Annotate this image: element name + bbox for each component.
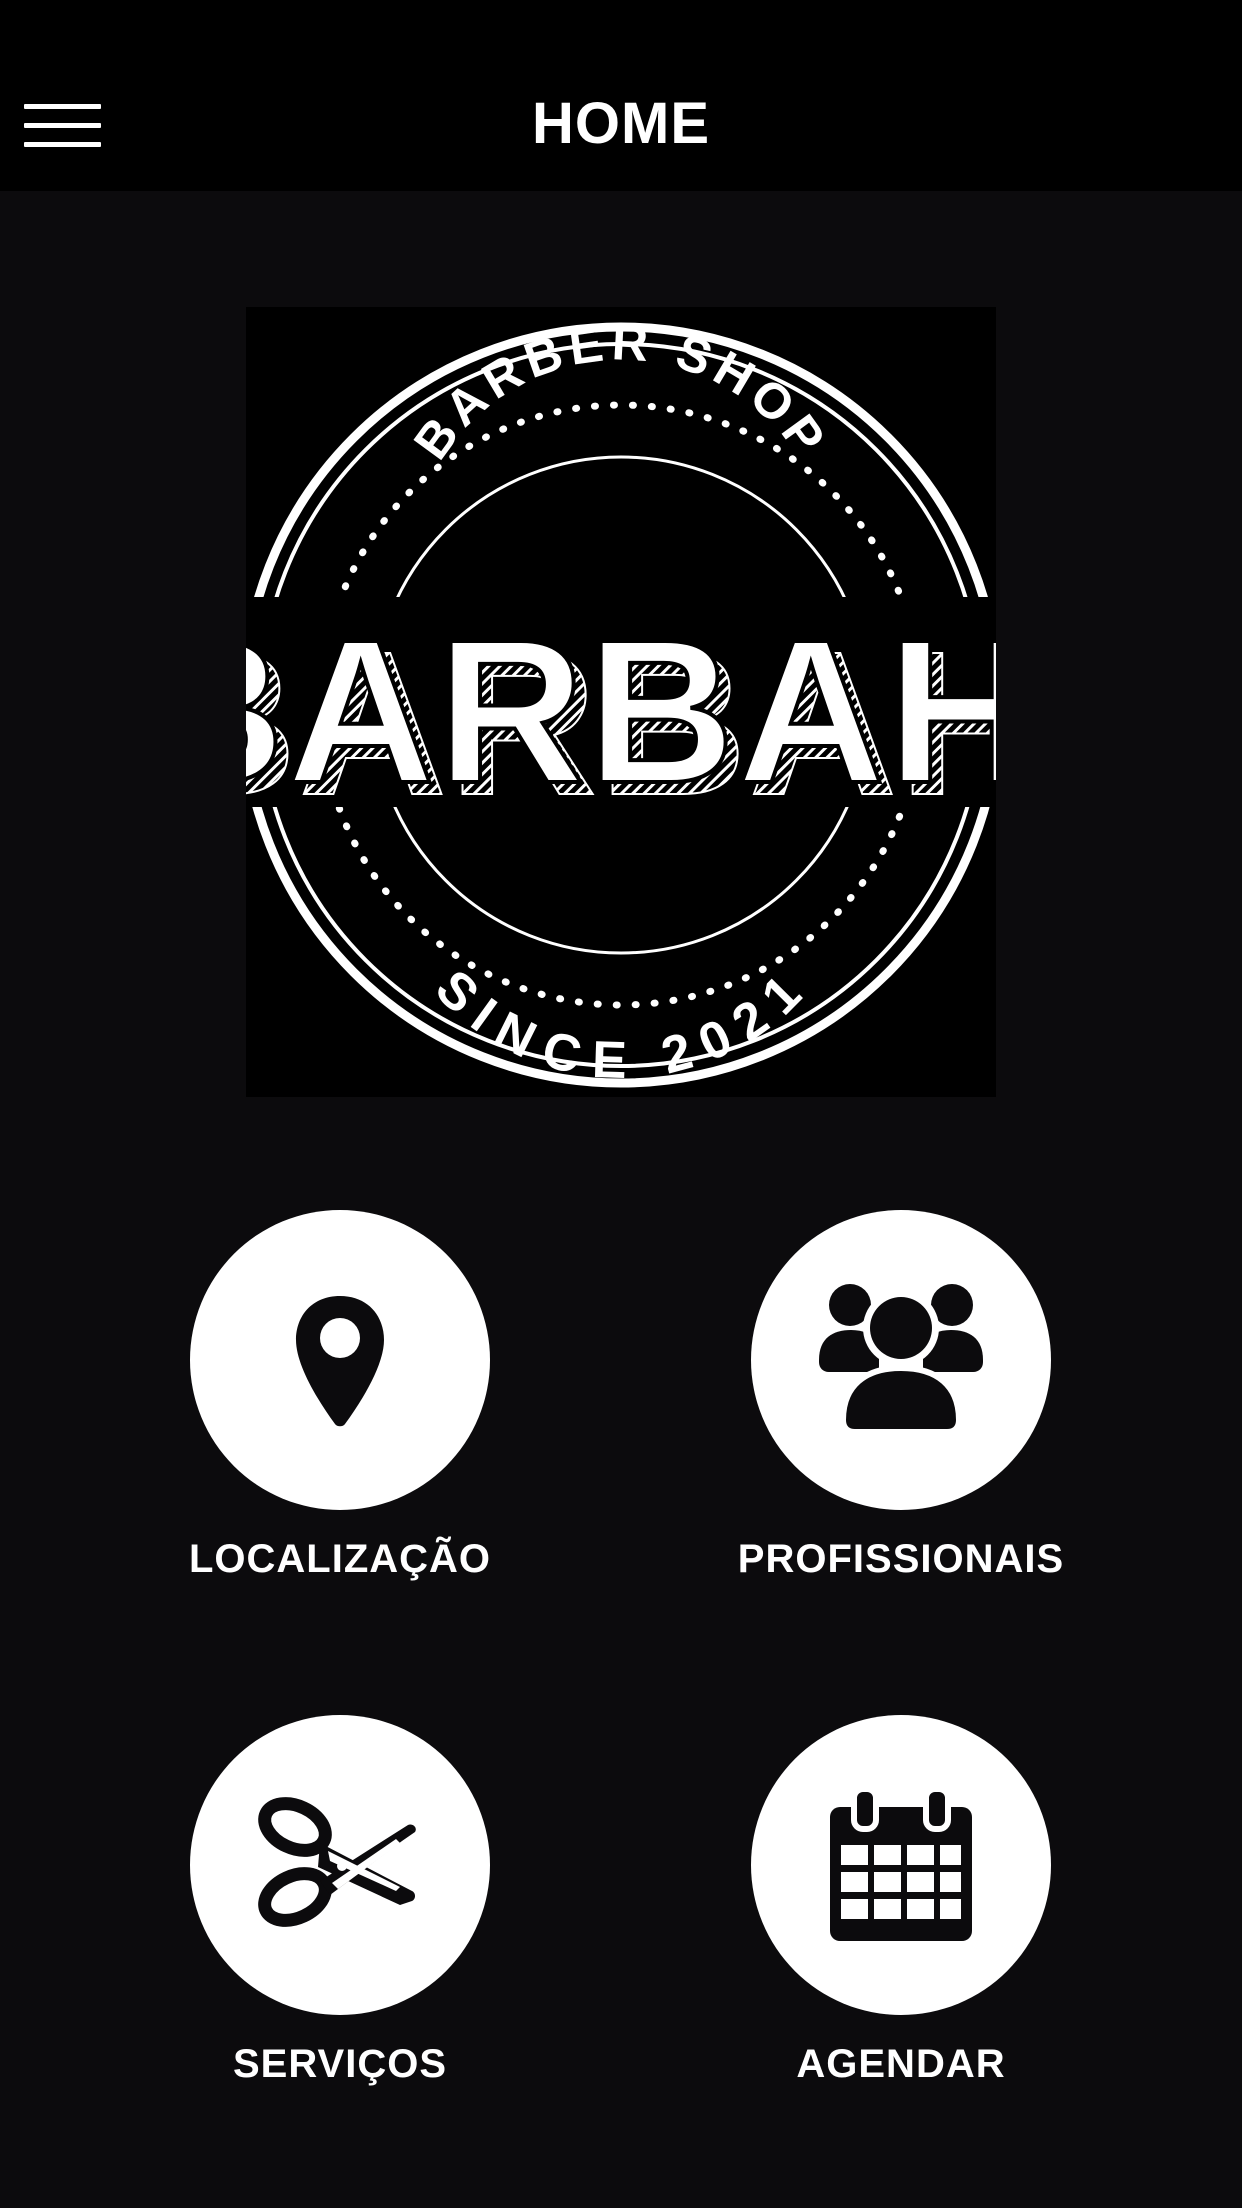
tile-circle bbox=[190, 1210, 490, 1510]
home-screen: HOME BARBER SHOP SINCE 2021 ARBAH ARBAH … bbox=[0, 0, 1242, 2208]
barbershop-logo: BARBER SHOP SINCE 2021 BARBAH! BARBAH! bbox=[246, 307, 996, 1097]
page-title: HOME bbox=[532, 91, 710, 156]
tile-circle bbox=[190, 1715, 490, 2015]
tile-agendar[interactable]: AGENDAR bbox=[691, 1715, 1111, 2095]
tile-circle bbox=[751, 1715, 1051, 2015]
tile-servicos[interactable]: SERVIÇOS bbox=[130, 1715, 550, 2095]
tile-localizacao[interactable]: LOCALIZAÇÃO bbox=[130, 1210, 550, 1590]
app-header: HOME bbox=[0, 0, 1242, 191]
map-pin-icon bbox=[296, 1296, 384, 1427]
tile-label: AGENDAR bbox=[796, 2042, 1006, 2086]
tile-profissionais[interactable]: PROFISSIONAIS bbox=[691, 1210, 1111, 1590]
tile-label: LOCALIZAÇÃO bbox=[188, 1537, 492, 1581]
tile-label: PROFISSIONAIS bbox=[737, 1537, 1065, 1581]
calendar-icon bbox=[830, 1786, 972, 1941]
users-group-icon bbox=[819, 1284, 983, 1435]
scissors-icon bbox=[258, 1797, 416, 1927]
logo-bottom-text: SINCE 2021 bbox=[424, 959, 818, 1090]
tile-label: SERVIÇOS bbox=[233, 2042, 447, 2086]
logo-brand-text: BARBAH! bbox=[246, 597, 996, 826]
tile-circle bbox=[751, 1210, 1051, 1510]
